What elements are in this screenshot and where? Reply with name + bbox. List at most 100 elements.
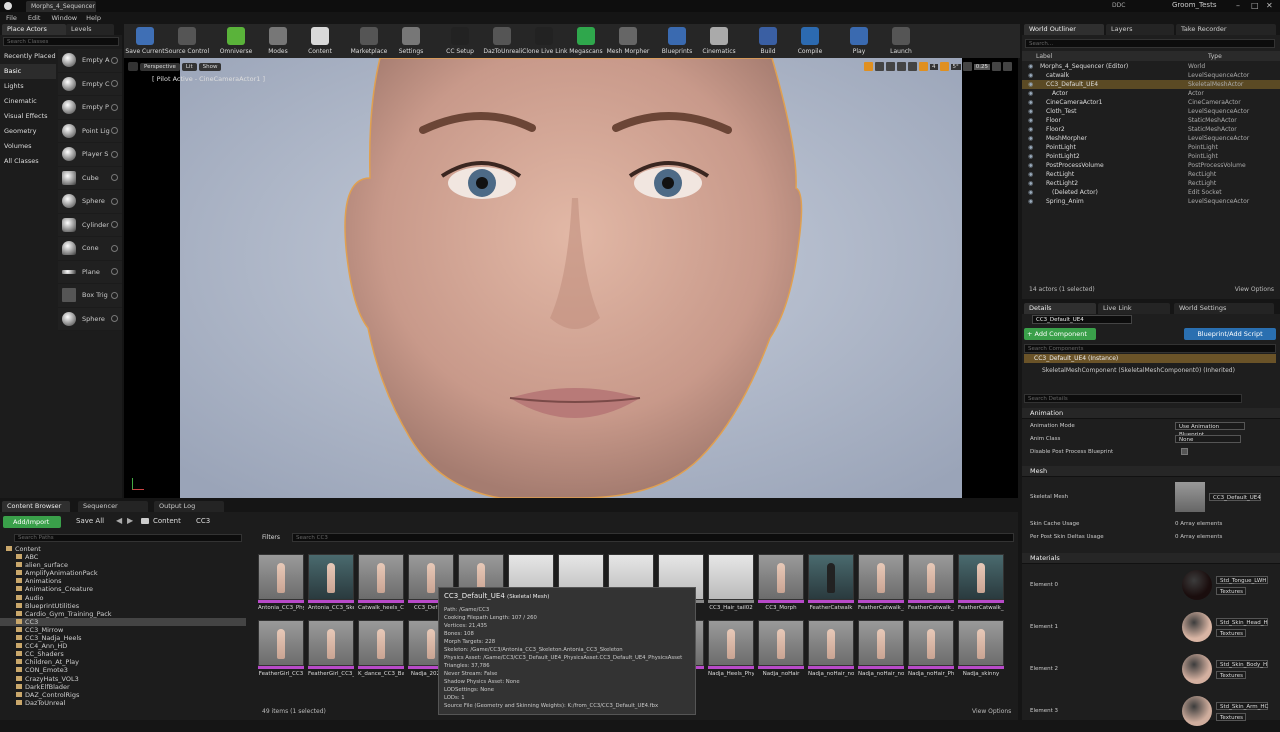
minimize-button[interactable]: – — [1236, 1, 1240, 10]
category-cinematic[interactable]: Cinematic — [0, 94, 56, 109]
help-icon[interactable] — [111, 150, 118, 158]
forward-icon[interactable]: ▶ — [127, 516, 133, 525]
search-details-input[interactable]: Search Details — [1024, 394, 1242, 403]
outliner-row[interactable]: ◉ MeshMorpher LevelSequenceActor — [1022, 134, 1280, 143]
category-all-classes[interactable]: All Classes — [0, 154, 56, 169]
asset-tile[interactable]: Antonia_CC3_PhysicsAsset — [258, 554, 304, 626]
outliner-row[interactable]: ◉ CC3_Default_UE4 SkeletalMeshActor — [1022, 80, 1280, 89]
visibility-eye-icon[interactable]: ◉ — [1022, 89, 1040, 98]
visibility-eye-icon[interactable]: ◉ — [1022, 143, 1040, 152]
actor-item[interactable]: Point Lig — [58, 120, 122, 143]
visibility-eye-icon[interactable]: ◉ — [1022, 188, 1040, 197]
anim-mode-dropdown[interactable]: Use Animation Blueprint — [1175, 421, 1245, 438]
close-button[interactable]: ✕ — [1266, 1, 1273, 10]
visibility-eye-icon[interactable]: ◉ — [1022, 134, 1040, 143]
asset-tile[interactable]: CC3_Hair_tail02 — [708, 554, 754, 626]
folder-item[interactable]: AmplifyAnimationPack — [0, 569, 246, 577]
help-icon[interactable] — [111, 56, 118, 64]
material-dropdown[interactable]: Std_Skin_Arm_HC — [1216, 701, 1268, 710]
outliner-row[interactable]: ◉ Floor2 StaticMeshActor — [1022, 125, 1280, 134]
add-component-button[interactable]: + Add Component — [1024, 328, 1096, 340]
material-thumbnail[interactable] — [1182, 696, 1212, 726]
viewport[interactable]: Perspective Lit Show [ Pilot Active - Ci… — [124, 58, 1018, 498]
actor-item[interactable]: Cylinder — [58, 214, 122, 237]
help-icon[interactable] — [111, 268, 118, 276]
asset-tile[interactable]: Nadja_noHair_PhysicsAsset — [908, 620, 954, 692]
visibility-eye-icon[interactable]: ◉ — [1022, 197, 1040, 206]
menu-window[interactable]: Window — [51, 14, 77, 22]
visibility-eye-icon[interactable]: ◉ — [1022, 116, 1040, 125]
outliner-search-input[interactable]: Search... — [1025, 39, 1275, 48]
grid-size[interactable]: 4 — [930, 63, 938, 70]
textures-dropdown[interactable]: Textures — [1216, 628, 1246, 637]
folder-item[interactable]: Animations — [0, 577, 246, 585]
tab-world-settings[interactable]: World Settings — [1174, 303, 1274, 314]
document-tab[interactable]: Morphs_4_Sequencer — [26, 1, 96, 12]
breadcrumb-cc3[interactable]: CC3 — [196, 517, 210, 525]
category-volumes[interactable]: Volumes — [0, 139, 56, 154]
folder-item[interactable]: BlueprintUtilities — [0, 602, 246, 610]
outliner-row[interactable]: ◉ PointLight2 PointLight — [1022, 152, 1280, 161]
grid-snap-icon[interactable] — [919, 62, 928, 71]
perspective-button[interactable]: Perspective — [140, 62, 180, 71]
folder-item[interactable]: DAZ_ControlRigs — [0, 691, 246, 699]
breadcrumb-content[interactable]: Content — [153, 517, 181, 525]
maximize-button[interactable]: □ — [1251, 1, 1259, 10]
scale-size[interactable]: 0.25 — [973, 63, 990, 70]
tab-sequencer[interactable]: Sequencer — [78, 501, 148, 512]
visibility-eye-icon[interactable]: ◉ — [1022, 125, 1040, 134]
visibility-eye-icon[interactable]: ◉ — [1022, 170, 1040, 179]
blueprint-script-button[interactable]: Blueprint/Add Script — [1184, 328, 1276, 340]
folder-item[interactable]: Audio — [0, 594, 246, 602]
search-paths-input[interactable]: Search Paths — [14, 534, 242, 542]
help-icon[interactable] — [111, 291, 118, 299]
column-type[interactable]: Type — [1208, 53, 1222, 60]
cb-view-options[interactable]: View Options — [972, 708, 1011, 715]
search-assets-input[interactable]: Search CC3 — [292, 533, 1014, 542]
outliner-row[interactable]: ◉ PostProcessVolume PostProcessVolume — [1022, 161, 1280, 170]
tab-world-outliner[interactable]: World Outliner — [1024, 24, 1104, 35]
folder-item[interactable]: CC3 — [0, 617, 246, 626]
asset-tile[interactable]: Catwalk_heels_CC3_Base_Plus_TempMotion — [358, 554, 404, 626]
skeletal-mesh-dropdown[interactable]: CC3_Default_UE4 — [1209, 493, 1261, 501]
asset-tile[interactable]: FeatherCatwalk_Anim_0_Open_A_UE4 — [858, 554, 904, 626]
outliner-row[interactable]: ◉ Spring_Anim LevelSequenceActor — [1022, 197, 1280, 206]
mesh-section[interactable]: Mesh — [1022, 466, 1280, 477]
component-row[interactable]: SkeletalMeshComponent (SkeletalMeshCompo… — [1042, 367, 1235, 374]
tab-place-actors[interactable]: Place Actors — [2, 24, 66, 35]
outliner-row[interactable]: ◉ RectLight RectLight — [1022, 170, 1280, 179]
visibility-eye-icon[interactable]: ◉ — [1022, 107, 1040, 116]
folder-item[interactable]: DarkElfBlader — [0, 683, 246, 691]
asset-tile[interactable]: Nadja_noHair_no_Cloth_PhysicsAsset — [858, 620, 904, 692]
search-components-input[interactable]: Search Components — [1024, 344, 1276, 353]
actor-item[interactable]: Plane — [58, 261, 122, 284]
tab-output-log[interactable]: Output Log — [154, 501, 224, 512]
folder-item[interactable]: alien_surface — [0, 561, 246, 569]
save-all-button[interactable]: Save All — [76, 517, 104, 525]
add-import-button[interactable]: Add/Import — [3, 516, 61, 528]
textures-dropdown[interactable]: Textures — [1216, 586, 1246, 595]
world-icon[interactable] — [897, 62, 906, 71]
tab-content-browser[interactable]: Content Browser — [2, 501, 70, 512]
actor-item[interactable]: Box Trig — [58, 284, 122, 308]
asset-tile[interactable]: FeatherCatwalk_PhysicsAsset — [958, 554, 1004, 626]
actor-name-field[interactable]: CC3_Default_UE4 — [1032, 315, 1132, 324]
visibility-eye-icon[interactable]: ◉ — [1022, 80, 1040, 89]
asset-tile[interactable]: Nadja_noHair — [758, 620, 804, 692]
outliner-row[interactable]: ◉ (Deleted Actor) Edit Socket — [1022, 188, 1280, 197]
help-icon[interactable] — [111, 197, 118, 205]
actor-item[interactable]: Empty C — [58, 73, 122, 96]
menu-edit[interactable]: Edit — [28, 14, 41, 22]
material-dropdown[interactable]: Std_Skin_Head_H — [1216, 617, 1268, 626]
material-thumbnail[interactable] — [1182, 570, 1212, 600]
asset-tile[interactable]: FeatherGirl_CC3_PhysicsAsset — [308, 620, 354, 692]
transform-icon[interactable] — [864, 62, 873, 71]
surface-snap-icon[interactable] — [908, 62, 917, 71]
mesh-thumbnail[interactable] — [1175, 482, 1205, 512]
camera-speed-icon[interactable] — [992, 62, 1001, 71]
outliner-row[interactable]: ◉ CineCameraActor1 CineCameraActor — [1022, 98, 1280, 107]
asset-tile[interactable]: Nadja_Heels_PhysicsAsset — [708, 620, 754, 692]
filters-button[interactable]: Filters — [262, 534, 280, 541]
visibility-eye-icon[interactable]: ◉ — [1022, 152, 1040, 161]
visibility-eye-icon[interactable]: ◉ — [1022, 62, 1040, 71]
